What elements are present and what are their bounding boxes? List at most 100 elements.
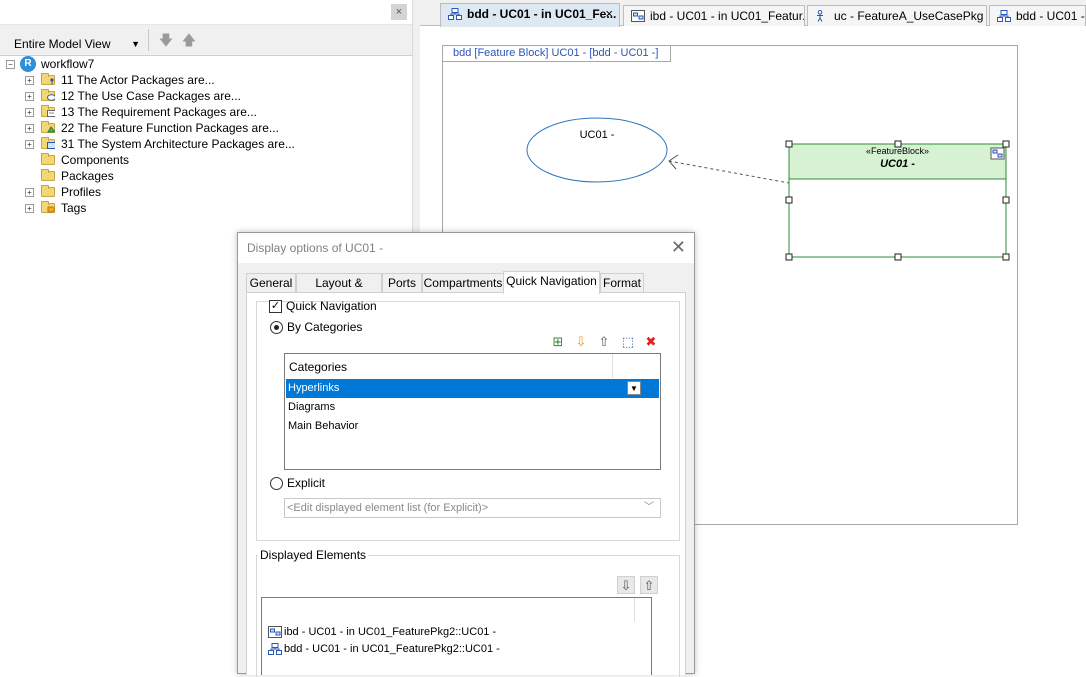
category-row-main-behavior[interactable]: Main Behavior [286, 417, 659, 436]
model-browser-titlebar: × [0, 0, 412, 24]
collapse-icon[interactable]: − [6, 60, 15, 69]
tree-item-label: 22 The Feature Function Packages are... [61, 121, 279, 135]
actor-badge-icon [50, 78, 54, 85]
category-row-hyperlinks[interactable]: Hyperlinks ▼ [286, 379, 659, 398]
dialog-tab-strip: General Layout & Image Ports Compartment… [246, 271, 686, 309]
move-down-arrow-icon[interactable]: 🡇 [157, 31, 175, 49]
category-row-diagrams[interactable]: Diagrams [286, 398, 659, 417]
tree-item[interactable]: + Tags [0, 200, 300, 216]
categories-list[interactable]: Categories Hyperlinks ▼ Diagrams Main Be… [284, 353, 661, 470]
move-up-arrow-icon[interactable]: 🡅 [180, 31, 198, 49]
tree-item-label: Profiles [61, 185, 102, 199]
expand-icon[interactable]: + [25, 140, 34, 149]
expand-icon[interactable]: + [25, 124, 34, 133]
displayed-element-label: ibd - UC01 - in UC01_FeaturePkg2::UC01 - [284, 626, 497, 638]
explicit-placeholder: <Edit displayed element list (for Explic… [287, 502, 489, 514]
chevron-down-icon[interactable]: ▼ [627, 381, 641, 395]
displayed-element-row[interactable]: ibd - UC01 - in UC01_FeaturePkg2::UC01 - [268, 624, 496, 640]
tab-format[interactable]: Format [600, 273, 644, 293]
move-up-icon[interactable]: ⇧ [595, 333, 613, 351]
quick-navigation-label: Quick Navigation [286, 299, 377, 313]
tree-item[interactable]: Components [0, 152, 300, 168]
toolbar-separator [148, 29, 149, 51]
new-item-icon[interactable]: ⬚ [619, 333, 637, 351]
tab-label: bdd - UC01 - in UC01_Fe... [467, 7, 617, 21]
ibd-diagram-icon [631, 10, 645, 22]
tab-bdd-uc01[interactable]: bdd - UC01 - in UC01_Fe... × [440, 3, 620, 27]
move-up-icon[interactable]: ⇧ [640, 576, 658, 594]
display-options-dialog: Display options of UC01 - ✕ General Layo… [237, 232, 695, 677]
view-selector-dropdown[interactable]: Entire Model View ▼ [6, 35, 142, 53]
tree-root[interactable]: − R workflow7 [0, 56, 200, 72]
tree-item[interactable]: + 22 The Feature Function Packages are..… [0, 120, 300, 136]
categories-column-header: Categories [289, 360, 348, 374]
expand-icon[interactable]: + [25, 76, 34, 85]
expand-icon[interactable]: + [25, 92, 34, 101]
trace-dependency-line[interactable] [668, 160, 790, 184]
tab-quick-navigation[interactable]: Quick Navigation [503, 271, 600, 294]
category-label: Hyperlinks [288, 382, 340, 394]
tab-label: uc - FeatureA_UseCasePkg i... [834, 9, 987, 23]
chevron-down-icon: ▼ [131, 39, 140, 49]
add-category-icon[interactable]: ⊞ [549, 333, 567, 351]
explicit-radio[interactable] [270, 477, 283, 490]
expand-icon[interactable]: + [25, 108, 34, 117]
tree-item-label: 13 The Requirement Packages are... [61, 105, 257, 119]
move-down-icon[interactable]: ⇩ [572, 333, 590, 351]
quick-navigation-checkbox[interactable]: ✓ [269, 300, 282, 313]
block-name: UC01 - [880, 158, 915, 170]
tab-label: ibd - UC01 - in UC01_Featur... [650, 9, 805, 23]
by-categories-label: By Categories [287, 320, 363, 334]
close-tab-icon[interactable]: × [605, 4, 613, 24]
requirement-badge-icon [47, 110, 55, 117]
tree-item[interactable]: + 31 The System Architecture Packages ar… [0, 136, 300, 152]
move-down-icon[interactable]: ⇩ [617, 576, 635, 594]
model-browser-toolbar: Entire Model View ▼ 🡇 🡅 [0, 24, 412, 56]
tree-item[interactable]: + 11 The Actor Packages are... [0, 72, 300, 88]
tab-uc-featurea[interactable]: uc - FeatureA_UseCasePkg i... [807, 5, 987, 26]
chevron-down-icon: ﹀ [644, 502, 654, 513]
category-label: Diagrams [288, 401, 336, 413]
feature-function-badge-icon [47, 126, 55, 133]
close-panel-button[interactable]: × [391, 4, 407, 20]
expand-icon[interactable]: + [25, 188, 34, 197]
diagram-tab-bar: bdd - UC01 - in UC01_Fe... × ibd - UC01 … [420, 0, 1086, 27]
dialog-titlebar[interactable]: Display options of UC01 - ✕ [238, 233, 694, 263]
tab-bdd-uc01-second[interactable]: bdd - UC01 - i [989, 5, 1086, 26]
by-categories-radio[interactable] [270, 321, 283, 334]
delete-icon[interactable]: ✖ [642, 333, 660, 351]
by-categories-radio-row[interactable]: By Categories [270, 320, 390, 336]
displayed-elements-title: Displayed Elements [258, 548, 369, 562]
folder-icon [41, 169, 55, 181]
use-case-badge-icon [47, 94, 55, 101]
tree-item-label: Components [61, 153, 130, 167]
tree-item[interactable]: Packages [0, 168, 300, 184]
tab-ibd-uc01[interactable]: ibd - UC01 - in UC01_Featur... [623, 5, 805, 26]
tree-item-label: Packages [61, 169, 114, 183]
tab-label: bdd - UC01 - i [1016, 9, 1086, 23]
ibd-diagram-icon [268, 626, 282, 638]
folder-icon [41, 185, 55, 197]
project-icon: R [20, 56, 36, 72]
dialog-title: Display options of UC01 - [247, 241, 384, 255]
tab-compartments[interactable]: Compartments [422, 273, 504, 293]
tab-ports[interactable]: Ports [382, 273, 422, 293]
quick-navigation-checkbox-row[interactable]: ✓ Quick Navigation [269, 299, 399, 315]
folder-icon [41, 153, 55, 165]
tree-item[interactable]: + 12 The Use Case Packages are... [0, 88, 300, 104]
displayed-element-label: bdd - UC01 - in UC01_FeaturePkg2::UC01 - [284, 643, 500, 655]
tree-item[interactable]: + Profiles [0, 184, 300, 200]
use-case-ellipse[interactable] [526, 117, 668, 183]
tab-general[interactable]: General [246, 273, 296, 293]
explicit-element-list-combo[interactable]: <Edit displayed element list (for Explic… [284, 498, 661, 518]
tree-item[interactable]: + 13 The Requirement Packages are... [0, 104, 300, 120]
close-icon[interactable]: ✕ [671, 237, 686, 258]
explicit-radio-row[interactable]: Explicit [270, 476, 370, 492]
tab-layout-image[interactable]: Layout & Image [296, 273, 382, 309]
category-label: Main Behavior [288, 420, 359, 432]
expand-icon[interactable]: + [25, 204, 34, 213]
displayed-elements-list[interactable]: ibd - UC01 - in UC01_FeaturePkg2::UC01 -… [261, 597, 652, 675]
displayed-element-row[interactable]: bdd - UC01 - in UC01_FeaturePkg2::UC01 - [268, 641, 500, 657]
bdd-diagram-icon [268, 643, 282, 655]
tree-root-label: workflow7 [41, 57, 95, 71]
